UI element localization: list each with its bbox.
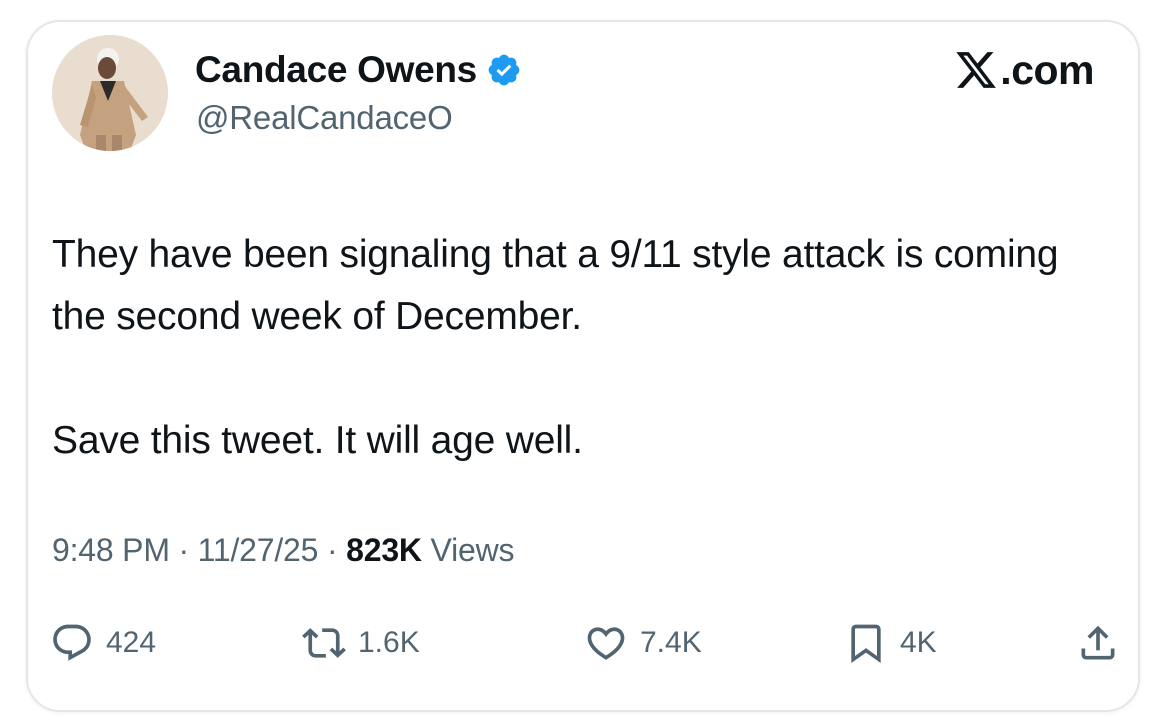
repost-count: 1.6K — [358, 626, 420, 659]
tweet-actions-bar: 424 1.6K 7.4K 4K — [50, 618, 1120, 668]
profile-photo-avatar — [52, 35, 168, 151]
brand-domain-text: .com — [1000, 46, 1094, 93]
heart-icon — [587, 627, 625, 660]
brand-watermark: .com — [954, 46, 1094, 94]
avatar[interactable] — [52, 35, 168, 151]
like-count: 7.4K — [640, 626, 702, 659]
x-logo-icon — [956, 52, 997, 88]
verified-badge-icon — [488, 54, 520, 86]
meta-separator: · — [326, 532, 338, 568]
tweet-text: They have been signaling that a 9/11 sty… — [52, 224, 1122, 472]
share-icon — [1081, 625, 1115, 660]
tweet-text-paragraph-2: Save this tweet. It will age well. — [52, 419, 583, 462]
tweet-time[interactable]: 9:48 PM — [52, 532, 170, 568]
share-button[interactable] — [1076, 618, 1120, 668]
tweet-card: Candace Owens @RealCandaceO .com They ha… — [26, 20, 1140, 712]
like-button[interactable]: 7.4K — [584, 618, 702, 668]
meta-separator: · — [178, 532, 189, 568]
views-count: 823K — [346, 532, 422, 568]
bookmark-icon — [851, 624, 881, 664]
author-handle[interactable]: @RealCandaceO — [196, 99, 453, 137]
author-name-row: Candace Owens — [195, 47, 522, 93]
views-label: Views — [430, 532, 515, 568]
reply-button[interactable]: 424 — [50, 618, 156, 668]
tweet-meta: 9:48 PM · 11/27/25 · 823K Views — [52, 532, 515, 569]
reply-icon — [53, 624, 91, 661]
reply-count: 424 — [106, 626, 157, 659]
tweet-text-paragraph-1: They have been signaling that a 9/11 sty… — [52, 233, 1059, 338]
bookmark-button[interactable]: 4K — [844, 618, 937, 668]
repost-button[interactable]: 1.6K — [302, 618, 420, 668]
author-name[interactable]: Candace Owens — [195, 49, 477, 91]
tweet-date[interactable]: 11/27/25 — [198, 532, 319, 568]
bookmark-count: 4K — [900, 626, 937, 659]
repost-icon — [302, 628, 346, 658]
